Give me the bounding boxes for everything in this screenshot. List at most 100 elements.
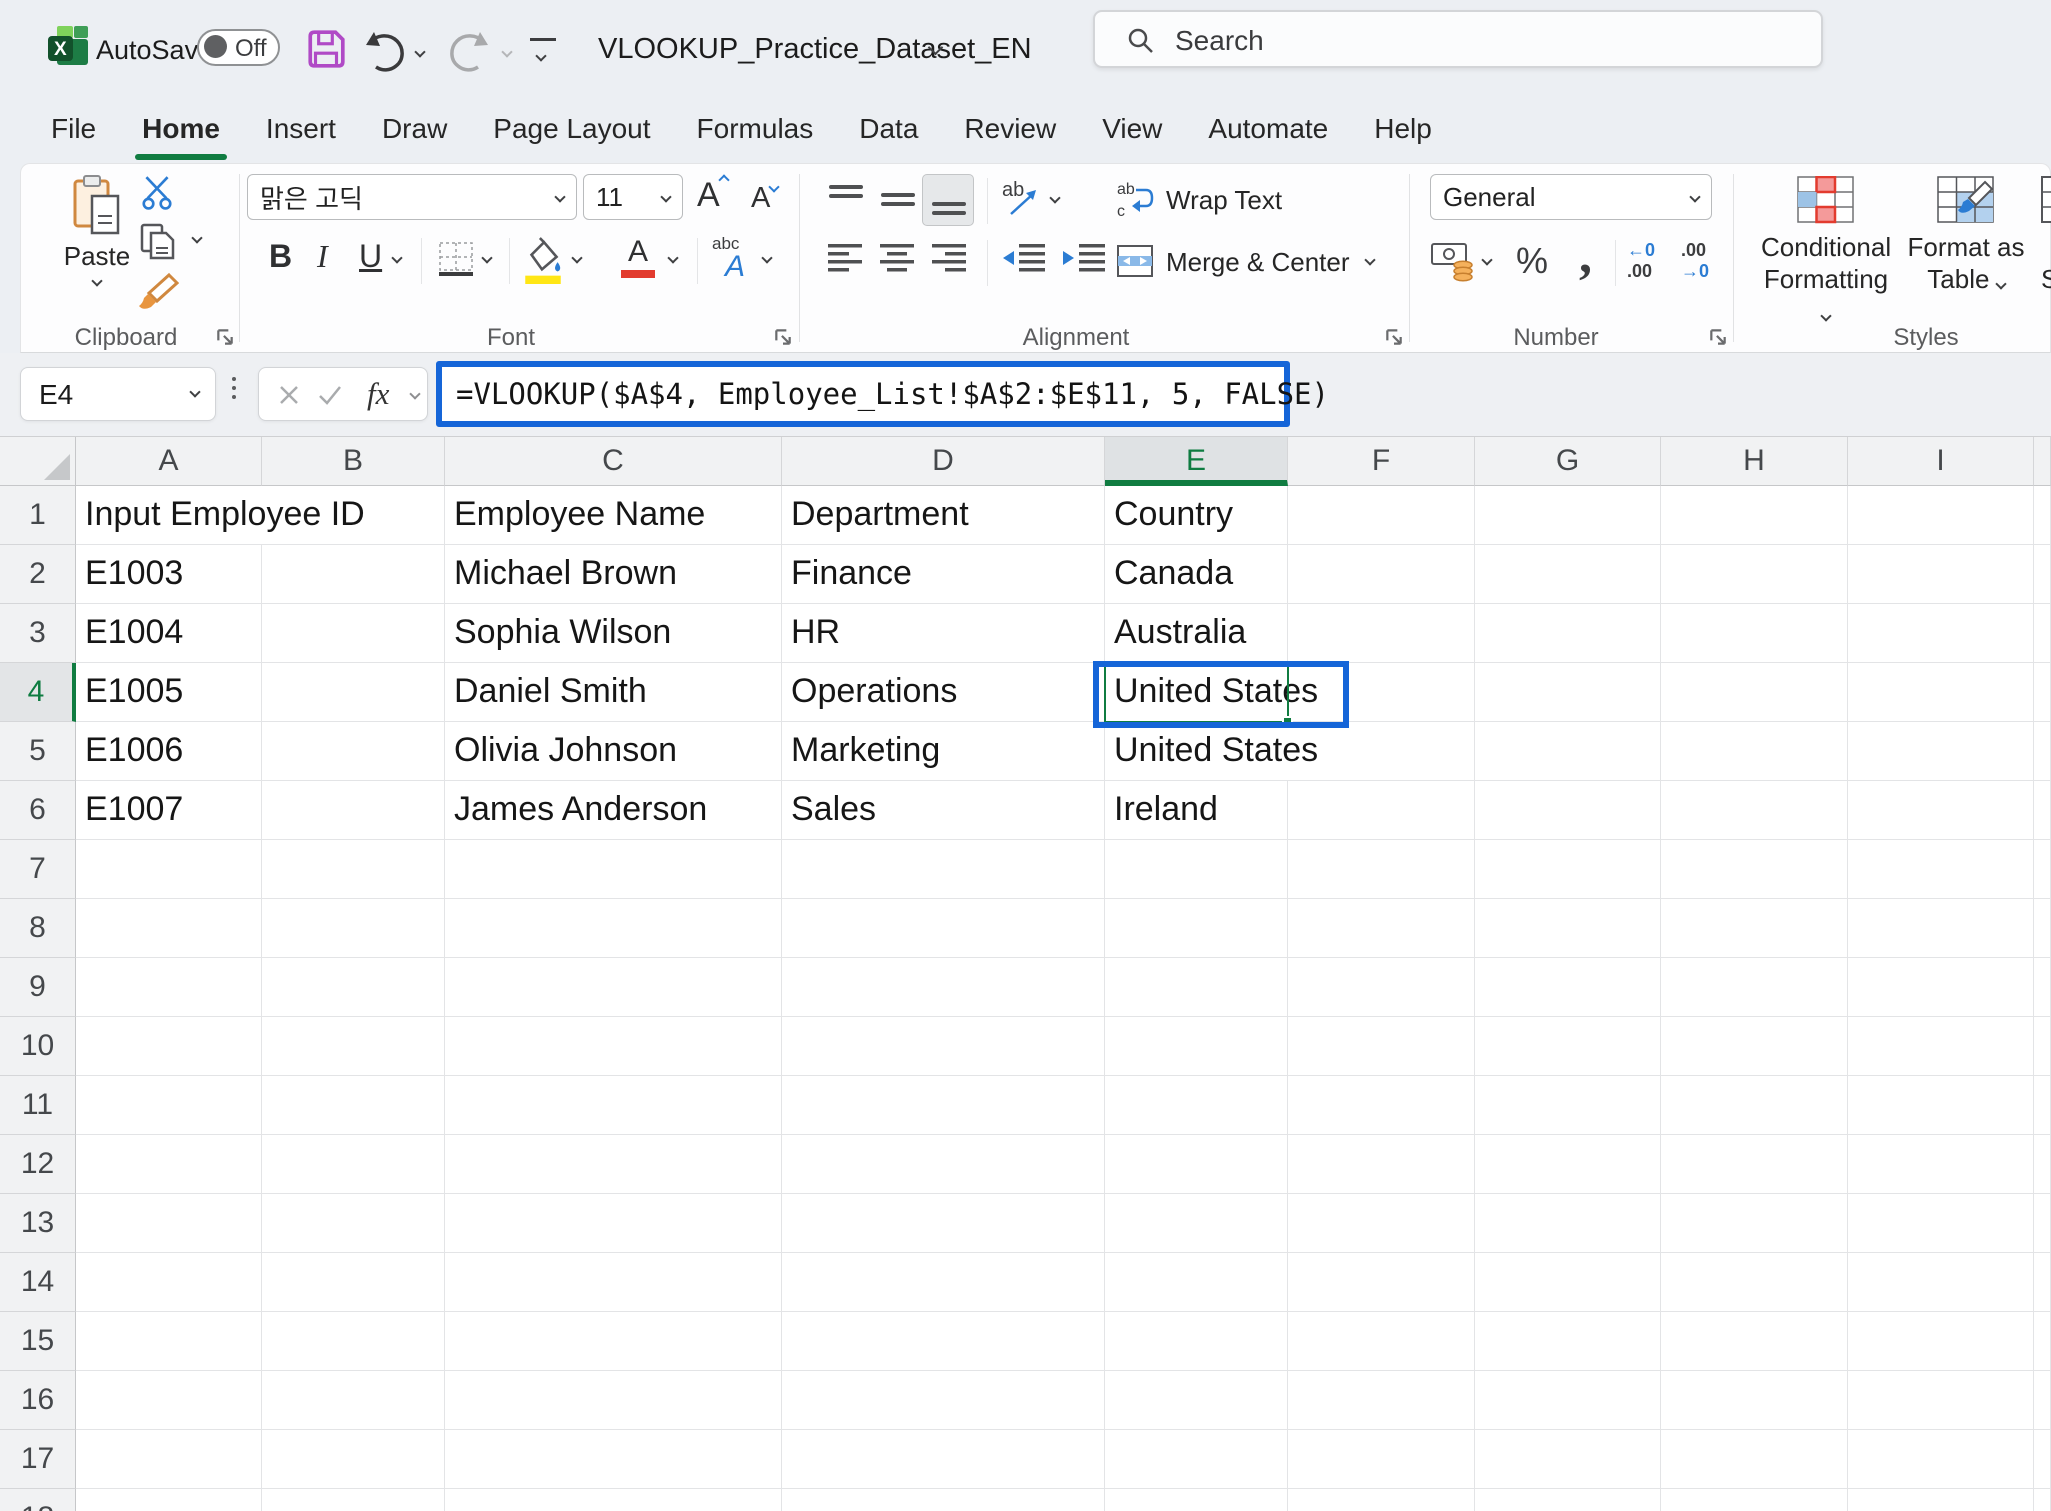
cell-B15[interactable] [262,1312,445,1371]
cell-stub-1[interactable] [2034,486,2051,545]
cell-B9[interactable] [262,958,445,1017]
cell-H13[interactable] [1661,1194,1848,1253]
fill-handle[interactable] [1282,716,1293,727]
format-painter-button[interactable] [137,272,179,312]
row-header-13[interactable]: 13 [0,1194,76,1253]
cell-stub-17[interactable] [2034,1430,2051,1489]
cell-C1[interactable]: Employee Name [445,486,782,545]
tab-review[interactable]: Review [941,103,1079,163]
formula-input[interactable]: =VLOOKUP($A$4, Employee_List!$A$2:$E$11,… [436,361,1290,427]
tab-home[interactable]: Home [119,103,243,163]
cell-C15[interactable] [445,1312,782,1371]
font-color-button[interactable]: A [621,236,655,278]
fill-color-chevron-icon[interactable] [571,252,582,263]
cell-F3[interactable] [1288,604,1475,663]
cell-F9[interactable] [1288,958,1475,1017]
cell-H18[interactable] [1661,1489,1848,1511]
cell-H15[interactable] [1661,1312,1848,1371]
cell-E6[interactable]: Ireland [1105,781,1288,840]
cell-D4[interactable]: Operations [782,663,1105,722]
cell-C6[interactable]: James Anderson [445,781,782,840]
cancel-icon[interactable] [277,383,301,407]
cell-A8[interactable] [76,899,262,958]
cell-I8[interactable] [1848,899,2034,958]
row-header-12[interactable]: 12 [0,1135,76,1194]
cell-H14[interactable] [1661,1253,1848,1312]
cell-F14[interactable] [1288,1253,1475,1312]
cell-E13[interactable] [1105,1194,1288,1253]
cell-stub-4[interactable] [2034,663,2051,722]
comma-style-button[interactable]: , [1579,226,1592,285]
cell-G11[interactable] [1475,1076,1661,1135]
cell-B8[interactable] [262,899,445,958]
cell-D13[interactable] [782,1194,1105,1253]
cell-I18[interactable] [1848,1489,2034,1511]
cell-H17[interactable] [1661,1430,1848,1489]
cell-A4[interactable]: E1005 [76,663,262,722]
row-header-8[interactable]: 8 [0,899,76,958]
cell-H6[interactable] [1661,781,1848,840]
cell-C10[interactable] [445,1017,782,1076]
cell-F15[interactable] [1288,1312,1475,1371]
tab-help[interactable]: Help [1351,103,1455,163]
tab-view[interactable]: View [1079,103,1185,163]
cell-E5[interactable]: United States [1105,722,1288,781]
cell-stub-7[interactable] [2034,840,2051,899]
underline-chevron-icon[interactable] [391,252,402,263]
cell-stub-5[interactable] [2034,722,2051,781]
cell-stub-16[interactable] [2034,1371,2051,1430]
cell-F6[interactable] [1288,781,1475,840]
cell-A11[interactable] [76,1076,262,1135]
cell-C16[interactable] [445,1371,782,1430]
customize-quick-access-icon[interactable] [530,38,556,65]
enter-check-icon[interactable] [317,383,343,407]
select-all-corner[interactable] [0,437,76,486]
cell-I1[interactable] [1848,486,2034,545]
cell-B3[interactable] [262,604,445,663]
cell-H12[interactable] [1661,1135,1848,1194]
align-left-button[interactable] [826,240,866,280]
redo-button[interactable] [446,30,494,74]
column-header-B[interactable]: B [262,437,445,486]
cell-stub-10[interactable] [2034,1017,2051,1076]
accounting-chevron-icon[interactable] [1481,254,1492,265]
decrease-indent-button[interactable] [1001,240,1047,280]
cell-C12[interactable] [445,1135,782,1194]
cell-D6[interactable]: Sales [782,781,1105,840]
middle-align-button[interactable] [878,180,918,220]
cell-stub-2[interactable] [2034,545,2051,604]
cell-G9[interactable] [1475,958,1661,1017]
fill-color-button[interactable] [523,236,563,284]
cell-E8[interactable] [1105,899,1288,958]
undo-chevron-icon[interactable] [414,46,425,57]
cell-F13[interactable] [1288,1194,1475,1253]
cell-F18[interactable] [1288,1489,1475,1511]
cell-A10[interactable] [76,1017,262,1076]
cell-A1[interactable]: Input Employee ID [76,486,262,545]
cell-G1[interactable] [1475,486,1661,545]
column-header-E[interactable]: E [1105,437,1288,486]
cell-stub-13[interactable] [2034,1194,2051,1253]
copy-button[interactable] [139,222,177,262]
cell-F17[interactable] [1288,1430,1475,1489]
column-header-stub[interactable] [2034,437,2051,486]
cell-D3[interactable]: HR [782,604,1105,663]
formula-bar-grip-icon[interactable] [232,377,236,399]
fx-chevron-icon[interactable] [409,388,420,399]
cell-I13[interactable] [1848,1194,2034,1253]
paste-button[interactable]: Paste [51,172,143,308]
borders-chevron-icon[interactable] [481,252,492,263]
cell-I2[interactable] [1848,545,2034,604]
cell-D16[interactable] [782,1371,1105,1430]
cell-D18[interactable] [782,1489,1105,1511]
tab-page-layout[interactable]: Page Layout [470,103,673,163]
cell-D11[interactable] [782,1076,1105,1135]
cell-G2[interactable] [1475,545,1661,604]
cell-C13[interactable] [445,1194,782,1253]
phonetic-chevron-icon[interactable] [761,252,772,263]
cell-stub-18[interactable] [2034,1489,2051,1511]
row-header-14[interactable]: 14 [0,1253,76,1312]
cell-A17[interactable] [76,1430,262,1489]
cell-I5[interactable] [1848,722,2034,781]
cell-E7[interactable] [1105,840,1288,899]
